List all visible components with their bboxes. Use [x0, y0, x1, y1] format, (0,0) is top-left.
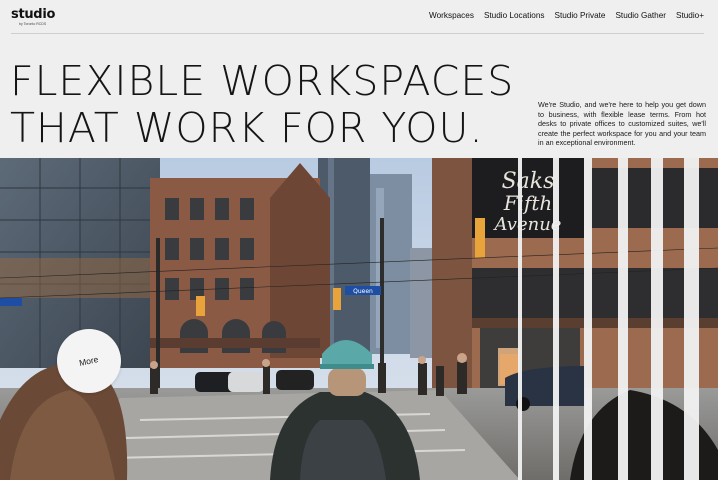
street-scene-illustration: Saks Fifth Avenue Queen: [0, 158, 718, 480]
nav-studio-plus[interactable]: Studio+: [676, 11, 704, 20]
nav-studio-gather[interactable]: Studio Gather: [615, 11, 666, 20]
more-button-label: More: [78, 354, 100, 368]
sign-avenue: Avenue: [493, 214, 562, 235]
hero-headline: FLEXIBLE WORKSPACES THAT WORK FOR YOU.: [10, 58, 550, 152]
nav-studio-locations[interactable]: Studio Locations: [484, 11, 545, 20]
sign-fifth: Fifth: [503, 191, 553, 215]
headline-line-2: THAT WORK FOR YOU.: [10, 104, 484, 152]
studio-logo[interactable]: studio: [11, 7, 55, 22]
hero-intro-text: We're Studio, and we're here to help you…: [538, 100, 706, 148]
nav-studio-private[interactable]: Studio Private: [554, 11, 605, 20]
hero-street-photo: Saks Fifth Avenue Queen: [0, 158, 718, 480]
street-sign-queen: Queen: [353, 288, 373, 295]
header: studio by Toronto RCDS Workspaces Studio…: [0, 0, 718, 34]
more-button[interactable]: More: [57, 329, 121, 393]
logo-subtitle: by Toronto RCDS: [19, 22, 47, 26]
headline-line-1: FLEXIBLE WORKSPACES: [10, 57, 515, 105]
header-divider: [11, 33, 704, 34]
main-nav: Workspaces Studio Locations Studio Priva…: [429, 11, 704, 20]
nav-workspaces[interactable]: Workspaces: [429, 11, 474, 20]
